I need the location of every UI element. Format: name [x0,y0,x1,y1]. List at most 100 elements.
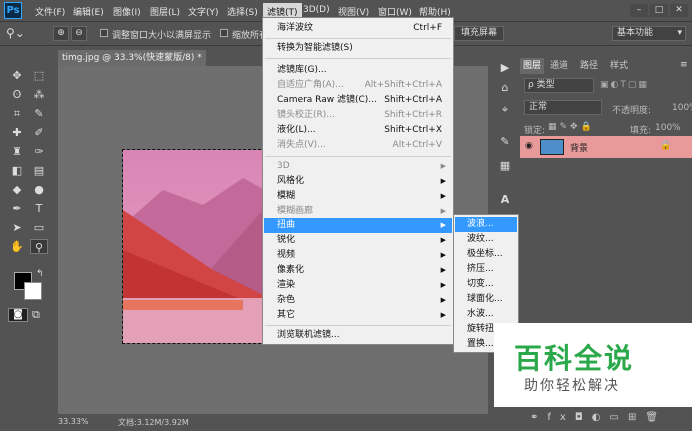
menu-image[interactable]: 图像(I) [113,5,141,18]
menu-item-sharpen[interactable]: 锐化 ▶ [264,233,452,248]
menu-item-filter-gallery[interactable]: 滤镜库(G)... [264,63,452,78]
submenu-item-polar[interactable]: 极坐标... [455,247,517,262]
history-icon[interactable]: ⌂ [496,80,514,95]
type-tool-icon[interactable]: T [30,201,48,216]
blend-mode-select[interactable]: 正常 [524,100,602,115]
menu-item-distort[interactable]: 扭曲 ▶ [264,218,452,233]
tab-paths[interactable]: 路径 [576,58,602,74]
clone-source-icon[interactable]: ▦ [496,158,514,173]
gradient-tool-icon[interactable]: ▤ [30,163,48,178]
fx-icon[interactable]: fx [547,412,574,423]
healing-brush-icon[interactable]: ✚ [8,125,26,140]
zoom-level[interactable]: 33.33% [58,417,89,426]
quick-mask-icon[interactable]: ◙ [8,308,28,322]
menu-item-camera-raw[interactable]: Camera Raw 滤镜(C)... Shift+Ctrl+A [264,93,452,108]
fill-value[interactable]: 100% [655,123,681,133]
tab-channels[interactable]: 通道 [546,58,572,74]
menu-3d[interactable]: 3D(D) [303,5,330,15]
visibility-eye-icon[interactable]: ◉ [525,141,533,151]
hand-tool-icon[interactable]: ✋ [8,239,26,254]
submenu-item-shear[interactable]: 切变... [455,277,517,292]
submenu-item-wave[interactable]: 波浪... [455,217,517,232]
menu-item-noise[interactable]: 杂色 ▶ [264,293,452,308]
screen-mode-icon[interactable]: ⧉ [32,308,40,322]
zoom-tool-icon[interactable]: ⚲⌄ [6,26,25,40]
layer-kind-filter[interactable]: ρ 类型 [524,78,594,93]
blur-tool-icon[interactable]: ◆ [8,182,26,197]
path-select-icon[interactable]: ➤ [8,220,26,235]
eraser-tool-icon[interactable]: ◧ [8,163,26,178]
zoom-in-icon[interactable]: ⊕ [53,26,69,41]
zoom-out-icon[interactable]: ⊖ [71,26,87,41]
tab-styles[interactable]: 样式 [606,58,632,74]
fill-screen-button[interactable]: 填充屏幕 [454,26,504,41]
submenu-arrow-icon: ▶ [440,192,446,200]
trash-icon[interactable]: 🗑 [645,412,667,423]
play-icon[interactable]: ▶ [496,60,514,75]
clone-stamp-icon[interactable]: ♜ [8,144,26,159]
background-color-swatch[interactable] [24,282,42,300]
zoom-all-checkbox[interactable] [220,29,228,37]
swap-colors-icon[interactable]: ↰ [36,269,44,279]
menu-item-render[interactable]: 渲染 ▶ [264,278,452,293]
menu-select[interactable]: 选择(S) [227,5,258,18]
workspace-select[interactable]: 基本功能 ▾ [612,26,686,41]
mask-icon[interactable]: ◘ [575,412,592,423]
menu-item-video[interactable]: 视频 ▶ [264,248,452,263]
menu-type[interactable]: 文字(Y) [188,5,219,18]
minimize-icon[interactable]: – [630,4,648,17]
shape-tool-icon[interactable]: ▭ [30,220,48,235]
menu-edit[interactable]: 编辑(E) [73,5,104,18]
group-icon[interactable]: ▭ [610,412,628,423]
layer-row[interactable]: ◉ 背景 🔒 [520,136,692,158]
layer-name[interactable]: 背景 [570,141,588,154]
submenu-arrow-icon: ▶ [440,266,446,274]
resize-windows-checkbox[interactable] [100,29,108,37]
document-tab[interactable]: timg.jpg @ 33.3%(快速蒙版/8) * [58,50,206,66]
crop-tool-icon[interactable]: ⌗ [8,106,26,121]
menu-item-convert-smart[interactable]: 转换为智能滤镜(S) [264,41,452,56]
tab-layers[interactable]: 图层 [520,58,544,74]
brush-panel-icon[interactable]: ✎ [496,134,514,149]
eyedropper-tool-icon[interactable]: ✎ [30,106,48,121]
menu-item-lens-correction[interactable]: 镜头校正(R)... Shift+Ctrl+R [264,108,452,123]
menu-file[interactable]: 文件(F) [35,5,65,18]
zoom-tool-active-icon[interactable]: ⚲ [30,239,48,254]
menu-item-ocean-ripple[interactable]: 海洋波纹 Ctrl+F [264,21,452,36]
marquee-tool-icon[interactable]: ⬚ [30,68,48,83]
move-tool-icon[interactable]: ✥ [8,68,26,83]
new-layer-icon[interactable]: ⊞ [628,412,645,423]
menu-item-blur-gallery[interactable]: 模糊画廊 ▶ [264,204,452,219]
filter-icons[interactable]: ▣◐T▢▦ [600,80,649,90]
filter-dropdown-menu: 海洋波纹 Ctrl+F 转换为智能滤镜(S) 滤镜库(G)... 自适应广角(A)… [262,17,454,345]
submenu-item-pinch[interactable]: 挤压... [455,262,517,277]
lock-icons[interactable]: ▦✎✥🔒 [548,122,595,132]
menu-item-pixelate[interactable]: 像素化 ▶ [264,263,452,278]
pen-tool-icon[interactable]: ✒ [8,201,26,216]
menu-item-blur[interactable]: 模糊 ▶ [264,189,452,204]
history-brush-icon[interactable]: ✑ [30,144,48,159]
dodge-tool-icon[interactable]: ● [30,182,48,197]
menu-item-other[interactable]: 其它 ▶ [264,308,452,323]
close-icon[interactable]: ✕ [670,4,688,17]
character-icon[interactable]: A [496,192,514,207]
menu-item-stylize[interactable]: 风格化 ▶ [264,174,452,189]
submenu-item-zigzag[interactable]: 水波... [455,307,517,322]
adjustment-icon[interactable]: ◐ [592,412,610,423]
link-icon[interactable]: ⚭ [530,412,547,423]
menu-item-liquify[interactable]: 液化(L)... Shift+Ctrl+X [264,123,452,138]
menu-item-3d[interactable]: 3D ▶ [264,159,452,174]
menu-item-browse-online[interactable]: 浏览联机滤镜... [264,328,452,343]
brush-tool-icon[interactable]: ✐ [30,125,48,140]
submenu-item-ripple[interactable]: 波纹... [455,232,517,247]
magic-wand-icon[interactable]: ⁂ [30,87,48,102]
tool-presets-icon[interactable]: ⌖ [496,102,514,117]
lasso-tool-icon[interactable]: ʘ [8,87,26,102]
submenu-item-spherize[interactable]: 球面化... [455,292,517,307]
opacity-value[interactable]: 100% [672,103,692,113]
menu-item-adaptive-wide[interactable]: 自适应广角(A)... Alt+Shift+Ctrl+A [264,78,452,93]
panel-menu-icon[interactable]: ≡ [680,60,688,70]
menu-layer[interactable]: 图层(L) [150,5,180,18]
maximize-icon[interactable]: □ [650,4,668,17]
menu-item-vanishing-point[interactable]: 消失点(V)... Alt+Ctrl+V [264,138,452,153]
